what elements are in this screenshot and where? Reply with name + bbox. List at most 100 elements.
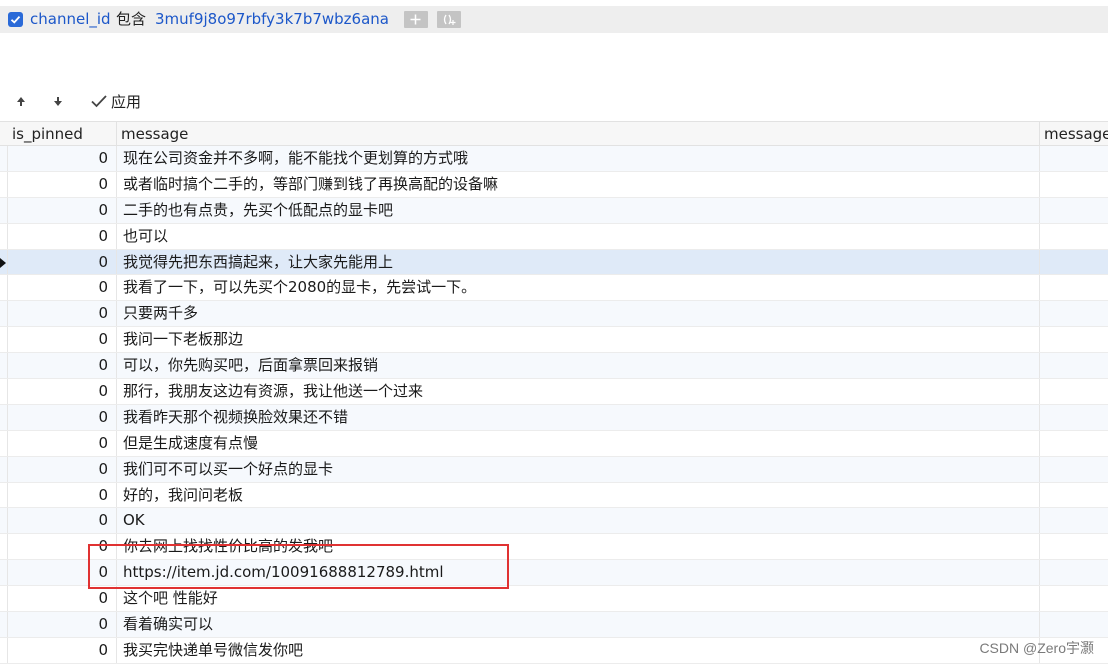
cell-message[interactable]: https://item.jd.com/10091688812789.html [117, 560, 1040, 587]
apply-button[interactable]: 应用 [90, 91, 141, 111]
table-row[interactable]: 0 现在公司资金并不多啊，能不能找个更划算的方式哦 [0, 146, 1108, 172]
row-indicator[interactable] [0, 612, 8, 638]
table-row[interactable]: 0 只要两千多 [0, 301, 1108, 328]
table-row[interactable]: 0 也可以 [0, 223, 1108, 250]
cell-message-2[interactable] [1040, 431, 1108, 457]
table-row[interactable]: 0 OK [0, 508, 1108, 535]
cell-message-2[interactable] [1040, 560, 1108, 586]
cell-message-2[interactable] [1040, 586, 1108, 612]
row-indicator[interactable] [0, 327, 8, 354]
cell-message-2[interactable] [1040, 483, 1108, 509]
cell-message-2[interactable] [1040, 250, 1108, 276]
cell-message[interactable]: 我们可不可以买一个好点的显卡 [117, 456, 1040, 483]
cell-message[interactable]: 我问一下老板那边 [117, 327, 1040, 354]
row-indicator[interactable] [0, 275, 8, 302]
cell-message[interactable]: 你去网上找找性价比高的发我吧 [117, 534, 1040, 561]
row-indicator[interactable] [0, 146, 8, 172]
table-row[interactable]: 0 或者临时搞个二手的，等部门赚到钱了再换高配的设备嘛 [0, 171, 1108, 198]
cell-is-pinned[interactable]: 0 [8, 637, 117, 664]
cell-is-pinned[interactable]: 0 [8, 171, 117, 198]
row-indicator[interactable] [0, 171, 8, 198]
filter-field-name[interactable]: channel_id [30, 9, 111, 29]
row-indicator[interactable] [0, 430, 8, 457]
cell-is-pinned[interactable]: 0 [8, 456, 117, 483]
table-row[interactable]: 0 那行，我朋友这边有资源，我让他送一个过来 [0, 379, 1108, 405]
cell-message[interactable]: 我看了一下，可以先买个2080的显卡，先尝试一下。 [117, 275, 1040, 302]
cell-message-2[interactable] [1040, 327, 1108, 353]
cell-is-pinned[interactable]: 0 [8, 353, 117, 380]
cell-message[interactable]: 二手的也有点贵，先买个低配点的显卡吧 [117, 197, 1040, 224]
table-row[interactable]: 0 我看昨天那个视频换脸效果还不错 [0, 404, 1108, 431]
move-up-button[interactable] [14, 91, 28, 111]
row-indicator[interactable] [0, 482, 8, 509]
row-indicator[interactable] [0, 353, 8, 380]
row-indicator[interactable] [0, 508, 8, 535]
cell-message-2[interactable] [1040, 224, 1108, 250]
cell-message-2[interactable] [1040, 405, 1108, 431]
cell-is-pinned[interactable]: 0 [8, 612, 117, 638]
row-indicator[interactable] [0, 301, 8, 328]
table-row[interactable]: 0 我们可不可以买一个好点的显卡 [0, 456, 1108, 483]
cell-is-pinned[interactable]: 0 [8, 379, 117, 405]
cell-is-pinned[interactable]: 0 [8, 586, 117, 613]
cell-message[interactable]: 或者临时搞个二手的，等部门赚到钱了再换高配的设备嘛 [117, 171, 1040, 198]
cell-message-2[interactable] [1040, 508, 1108, 534]
cell-is-pinned[interactable]: 0 [8, 482, 117, 509]
cell-message[interactable]: 看着确实可以 [117, 612, 1040, 638]
column-header-message[interactable]: message [117, 122, 1040, 146]
move-down-button[interactable] [51, 91, 65, 111]
cell-message-2[interactable] [1040, 379, 1108, 405]
column-header-is-pinned[interactable]: is_pinned [8, 122, 117, 146]
cell-message[interactable]: 也可以 [117, 223, 1040, 250]
cell-is-pinned[interactable]: 0 [8, 249, 117, 276]
cell-message-2[interactable] [1040, 353, 1108, 379]
cell-message-2[interactable] [1040, 172, 1108, 198]
cell-message[interactable]: 这个吧 性能好 [117, 586, 1040, 613]
cell-message[interactable]: 只要两千多 [117, 301, 1040, 328]
table-row[interactable]: 0 我觉得先把东西搞起来，让大家先能用上 [0, 249, 1108, 276]
table-row[interactable]: 0 二手的也有点贵，先买个低配点的显卡吧 [0, 197, 1108, 224]
cell-is-pinned[interactable]: 0 [8, 146, 117, 172]
row-indicator[interactable] [0, 223, 8, 250]
cell-message-2[interactable] [1040, 457, 1108, 483]
cell-message-2[interactable] [1040, 275, 1108, 301]
row-indicator[interactable] [0, 404, 8, 431]
cell-message-2[interactable] [1040, 146, 1108, 172]
row-indicator[interactable] [0, 249, 8, 276]
cell-message[interactable]: 我买完快递单号微信发你吧 [117, 637, 1040, 664]
table-row[interactable]: 0 但是生成速度有点慢 [0, 430, 1108, 457]
row-indicator[interactable] [0, 586, 8, 613]
row-indicator[interactable] [0, 560, 8, 587]
table-row[interactable]: 0 好的，我问问老板 [0, 482, 1108, 509]
row-indicator[interactable] [0, 534, 8, 561]
table-row[interactable]: 0 https://item.jd.com/10091688812789.html [0, 560, 1108, 587]
table-row[interactable]: 0 我问一下老板那边 [0, 327, 1108, 354]
cell-message[interactable]: 那行，我朋友这边有资源，我让他送一个过来 [117, 379, 1040, 405]
cell-message[interactable]: 可以，你先购买吧，后面拿票回来报销 [117, 353, 1040, 380]
table-row[interactable]: 0 可以，你先购买吧，后面拿票回来报销 [0, 353, 1108, 380]
cell-message-2[interactable] [1040, 198, 1108, 224]
cell-is-pinned[interactable]: 0 [8, 197, 117, 224]
table-row[interactable]: 0 你去网上找找性价比高的发我吧 [0, 534, 1108, 561]
cell-message[interactable]: 我觉得先把东西搞起来，让大家先能用上 [117, 249, 1040, 276]
cell-message-2[interactable] [1040, 612, 1108, 638]
cell-message[interactable]: OK [117, 508, 1040, 535]
cell-message-2[interactable] [1040, 301, 1108, 327]
row-indicator[interactable] [0, 197, 8, 224]
add-filter-group-button[interactable] [437, 11, 461, 28]
column-header-message-2[interactable]: message [1040, 122, 1108, 146]
filter-operator[interactable]: 包含 [116, 9, 146, 29]
cell-message-2[interactable] [1040, 534, 1108, 560]
table-row[interactable]: 0 我买完快递单号微信发你吧 [0, 637, 1108, 664]
add-filter-button[interactable] [404, 11, 428, 28]
filter-enabled-checkbox[interactable] [8, 12, 23, 27]
cell-is-pinned[interactable]: 0 [8, 430, 117, 457]
cell-message[interactable]: 我看昨天那个视频换脸效果还不错 [117, 404, 1040, 431]
cell-is-pinned[interactable]: 0 [8, 327, 117, 354]
cell-is-pinned[interactable]: 0 [8, 534, 117, 561]
filter-value[interactable]: 3muf9j8o97rbfy3k7b7wbz6ana [155, 9, 389, 29]
row-indicator[interactable] [0, 637, 8, 664]
row-indicator[interactable] [0, 379, 8, 405]
cell-message[interactable]: 好的，我问问老板 [117, 482, 1040, 509]
row-indicator[interactable] [0, 456, 8, 483]
